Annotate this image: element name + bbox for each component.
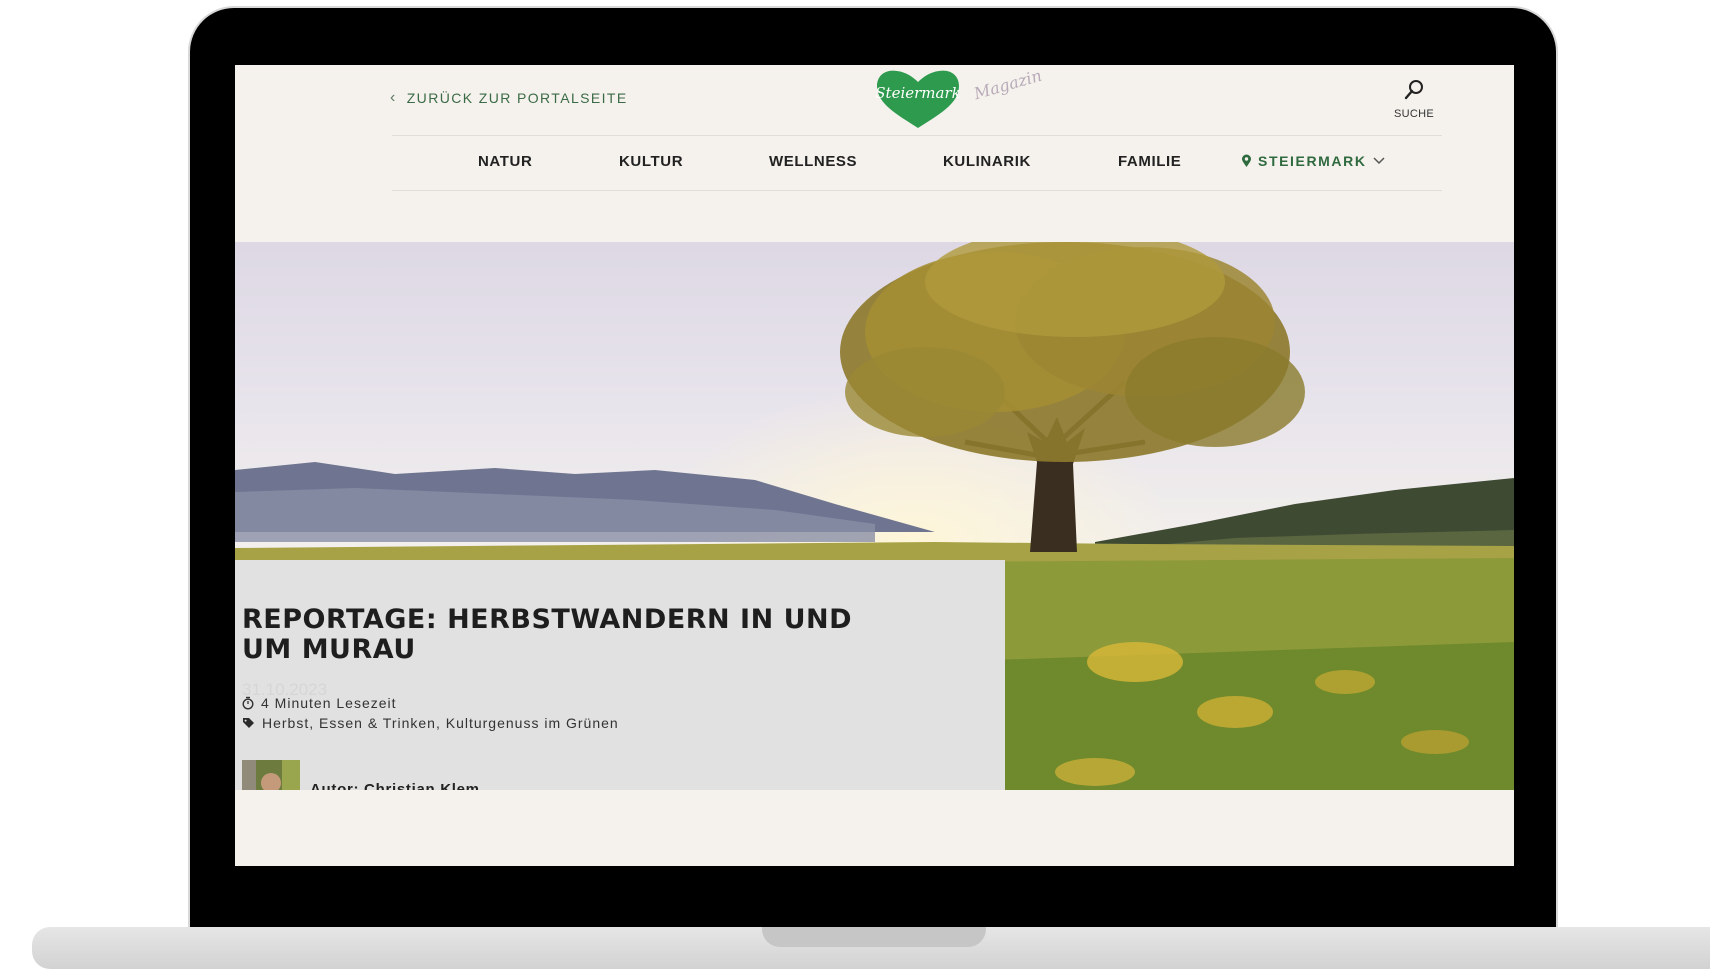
nav-item-kultur[interactable]: KULTUR — [619, 153, 683, 170]
author-block[interactable]: Autor: Christian Klem — [242, 760, 480, 790]
author-avatar — [242, 760, 300, 790]
region-selector[interactable]: STEIERMARK — [1241, 153, 1385, 169]
reading-time: 4 Minuten Lesezeit — [242, 695, 397, 711]
tags-label[interactable]: Herbst, Essen & Trinken, Kulturgenuss im… — [262, 715, 619, 731]
nav-divider — [392, 190, 1442, 191]
hero-image: REPORTAGE: HERBSTWANDERN IN UND UM MURAU… — [235, 242, 1514, 790]
article-header-panel: REPORTAGE: HERBSTWANDERN IN UND UM MURAU… — [235, 560, 1005, 790]
article-title: REPORTAGE: HERBSTWANDERN IN UND UM MURAU — [242, 605, 862, 665]
stopwatch-icon — [242, 696, 254, 710]
svg-text:Steiermark: Steiermark — [875, 84, 960, 102]
browser-screen: ‹ ZURÜCK ZUR PORTALSEITE Steiermark Maga… — [235, 65, 1514, 866]
laptop-notch — [762, 927, 986, 947]
steiermark-logo[interactable]: Steiermark — [873, 68, 963, 130]
chevron-left-icon: ‹ — [390, 89, 397, 106]
reading-time-label: 4 Minuten Lesezeit — [261, 695, 397, 711]
nav-item-wellness[interactable]: WELLNESS — [769, 153, 857, 170]
back-to-portal-link[interactable]: ‹ ZURÜCK ZUR PORTALSEITE — [390, 89, 628, 107]
main-nav: NATUR KULTUR WELLNESS KULINARIK FAMILIE … — [235, 153, 1514, 177]
search-icon — [1404, 80, 1423, 100]
magazin-label: Magazin — [971, 65, 1044, 104]
article-title-line1: REPORTAGE: HERBSTWANDERN IN UND — [242, 604, 853, 635]
chevron-down-icon — [1373, 157, 1385, 165]
search-label: SUCHE — [1393, 108, 1434, 120]
region-label: STEIERMARK — [1258, 153, 1367, 169]
author-name: Autor: Christian Klem — [310, 780, 480, 791]
location-pin-icon — [1242, 154, 1251, 167]
nav-item-natur[interactable]: NATUR — [478, 153, 532, 170]
article-title-line2: UM MURAU — [242, 634, 416, 665]
back-link-label: ZURÜCK ZUR PORTALSEITE — [406, 90, 628, 106]
article-tags: Herbst, Essen & Trinken, Kulturgenuss im… — [242, 715, 619, 731]
search-button[interactable]: SUCHE — [1389, 79, 1439, 120]
nav-item-kulinarik[interactable]: KULINARIK — [943, 153, 1031, 170]
header-divider — [392, 135, 1442, 136]
heart-logo-icon: Steiermark — [875, 70, 961, 128]
nav-item-familie[interactable]: FAMILIE — [1118, 153, 1181, 170]
tag-icon — [243, 717, 254, 728]
